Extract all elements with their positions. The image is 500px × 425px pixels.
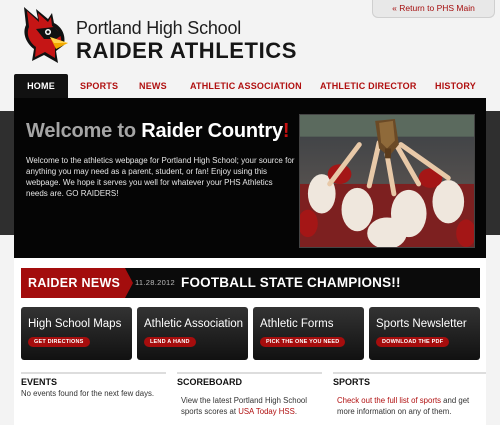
news-arrow-icon xyxy=(125,268,133,298)
download-pdf-button[interactable]: DOWNLOAD THE PDF xyxy=(376,337,450,347)
feature-high-school-maps[interactable]: High School Maps GET DIRECTIONS xyxy=(21,307,132,360)
news-ticker[interactable]: RAIDER NEWS 11.28.2012 FOOTBALL STATE CH… xyxy=(21,268,480,298)
sports-list-link[interactable]: Check out the full list of sports xyxy=(337,396,441,405)
feature-title: Athletic Association xyxy=(144,318,244,330)
nav-home[interactable]: HOME xyxy=(14,74,68,98)
scoreboard-text: View the latest Portland High School spo… xyxy=(181,396,307,416)
hero-description: Welcome to the athletics webpage for Por… xyxy=(26,156,295,198)
scoreboard-heading: SCOREBOARD xyxy=(177,372,322,387)
nav-news[interactable]: NEWS xyxy=(139,74,167,98)
sports-heading: SPORTS xyxy=(333,372,486,387)
events-heading: EVENTS xyxy=(21,372,166,387)
nav-history[interactable]: HISTORY xyxy=(435,74,476,98)
nav-athletic-association[interactable]: ATHLETIC ASSOCIATION xyxy=(190,74,302,98)
main-nav: HOME SPORTS NEWS ATHLETIC ASSOCIATION AT… xyxy=(0,74,500,98)
news-date: 11.28.2012 xyxy=(135,278,175,287)
feature-title: High School Maps xyxy=(28,318,122,330)
cardinal-logo-icon xyxy=(24,7,68,63)
feature-sports-newsletter[interactable]: Sports Newsletter DOWNLOAD THE PDF xyxy=(369,307,480,360)
lend-a-hand-button[interactable]: LEND A HAND xyxy=(144,337,196,347)
team-celebration-photo xyxy=(299,114,475,248)
nav-sports[interactable]: SPORTS xyxy=(80,74,118,98)
news-label-box: RAIDER NEWS xyxy=(21,268,125,298)
nav-athletic-director[interactable]: ATHLETIC DIRECTOR xyxy=(320,74,417,98)
events-text: No events found for the next few days. xyxy=(21,389,155,398)
school-name: Portland High School xyxy=(76,18,242,38)
feature-title: Athletic Forms xyxy=(260,318,334,330)
usa-today-link[interactable]: USA Today HSS xyxy=(238,407,295,416)
feature-title: Sports Newsletter xyxy=(376,318,467,330)
return-to-main-link[interactable]: « Return to PHS Main xyxy=(372,0,495,18)
feature-athletic-forms[interactable]: Athletic Forms PICK THE ONE YOU NEED xyxy=(253,307,364,360)
site-title: RAIDER ATHLETICS xyxy=(76,38,298,63)
hero-title: Welcome to Raider Country! xyxy=(26,120,290,142)
get-directions-button[interactable]: GET DIRECTIONS xyxy=(28,337,90,347)
pick-form-button[interactable]: PICK THE ONE YOU NEED xyxy=(260,337,346,347)
feature-athletic-association[interactable]: Athletic Association LEND A HAND xyxy=(137,307,248,360)
news-headline[interactable]: FOOTBALL STATE CHAMPIONS!! xyxy=(181,268,401,298)
hero-panel: Welcome to Raider Country! Welcome to th… xyxy=(14,98,486,258)
sports-text: Check out the full list of sports and ge… xyxy=(337,396,470,416)
news-label: RAIDER NEWS xyxy=(28,276,121,290)
